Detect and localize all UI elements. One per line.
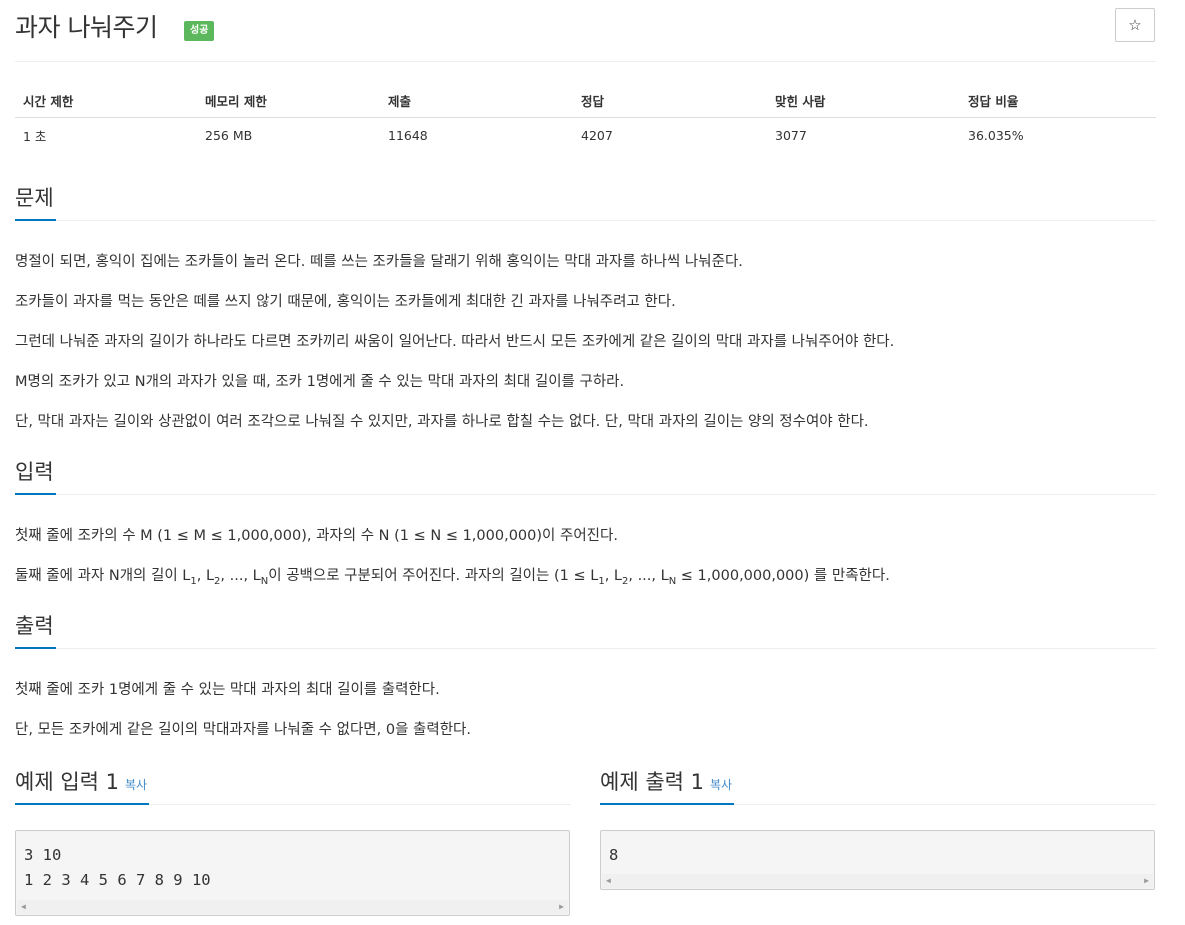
output-section: 출력 (15, 611, 1156, 649)
value-accepted: 4207 (581, 128, 613, 143)
header-time-limit: 시간 제한 (23, 93, 74, 109)
horizontal-scrollbar[interactable]: ◀ ▶ (17, 900, 568, 914)
section-heading: 예제 입력 1 복사 (15, 767, 571, 805)
table-row: 1 초 256 MB 11648 4207 3077 36.035% (15, 118, 1156, 153)
sample-input-box[interactable]: 3 10 1 2 3 4 5 6 7 8 9 10 ◀ ▶ (15, 830, 570, 916)
section-heading: 예제 출력 1 복사 (600, 767, 1156, 805)
header-ratio: 정답 비율 (968, 93, 1019, 109)
favorite-star-button[interactable]: ☆ (1115, 8, 1155, 42)
header-solvers: 맞힌 사람 (775, 93, 826, 109)
header-submissions: 제출 (388, 93, 412, 109)
input-section: 입력 (15, 457, 1156, 495)
sample-output-content: 8 (609, 846, 619, 864)
problem-title: 과자 나눠주기 (15, 13, 158, 42)
value-ratio: 36.035% (968, 128, 1024, 143)
header-memory-limit: 메모리 제한 (205, 93, 267, 109)
scroll-left-icon[interactable]: ◀ (21, 902, 26, 911)
value-memory-limit: 256 MB (205, 128, 253, 143)
value-time-limit: 1 초 (23, 129, 47, 144)
problem-page: 과자 나눠주기 성공 ☆ 시간 제한 메모리 제한 제출 정답 맞힌 사람 정답… (15, 0, 1156, 916)
star-icon: ☆ (1128, 16, 1142, 34)
description-paragraph: 명절이 되면, 홍익이 집에는 조카들이 놀러 온다. 떼를 쓰는 조카들을 달… (15, 254, 743, 270)
scroll-right-icon[interactable]: ▶ (559, 902, 564, 911)
section-heading: 출력 (15, 611, 1156, 649)
description-paragraph: 그런데 나눠준 과자의 길이가 하나라도 다르면 조카끼리 싸움이 일어난다. … (15, 334, 895, 350)
copy-sample-output-link[interactable]: 복사 (710, 778, 732, 792)
input-paragraph: 첫째 줄에 조카의 수 M (1 ≤ M ≤ 1,000,000), 과자의 수… (15, 528, 618, 544)
sample-input-content: 3 10 1 2 3 4 5 6 7 8 9 10 (24, 846, 211, 889)
input-paragraph: 둘째 줄에 과자 N개의 길이 L1, L2, ..., LN이 공백으로 구분… (15, 568, 890, 587)
section-heading: 문제 (15, 183, 1156, 221)
scroll-left-icon[interactable]: ◀ (606, 876, 611, 885)
value-solvers: 3077 (775, 128, 807, 143)
section-heading: 입력 (15, 457, 1156, 495)
description-section: 문제 (15, 183, 1156, 221)
sample-output-section: 예제 출력 1 복사 (600, 767, 1156, 805)
description-paragraph: M명의 조카가 있고 N개의 과자가 있을 때, 조카 1명에게 줄 수 있는 … (15, 374, 625, 390)
scroll-right-icon[interactable]: ▶ (1144, 876, 1149, 885)
description-paragraph: 조카들이 과자를 먹는 동안은 떼를 쓰지 않기 때문에, 홍익이는 조카들에게… (15, 294, 676, 310)
sample-output-box[interactable]: 8 ◀ ▶ (600, 830, 1155, 890)
description-paragraph: 단, 막대 과자는 길이와 상관없이 여러 조각으로 나눠질 수 있지만, 과자… (15, 414, 869, 430)
problem-info-table: 시간 제한 메모리 제한 제출 정답 맞힌 사람 정답 비율 1 초 256 M… (15, 83, 1156, 153)
output-paragraph: 첫째 줄에 조카 1명에게 줄 수 있는 막대 과자의 최대 길이를 출력한다. (15, 682, 440, 698)
copy-sample-input-link[interactable]: 복사 (125, 778, 147, 792)
status-badge: 성공 (184, 21, 215, 41)
problem-header: 과자 나눠주기 성공 ☆ (15, 0, 1156, 62)
sample-input-section: 예제 입력 1 복사 (15, 767, 571, 805)
output-paragraph: 단, 모든 조카에게 같은 길이의 막대과자를 나눠줄 수 없다면, 0을 출력… (15, 722, 472, 738)
header-accepted: 정답 (581, 93, 605, 109)
horizontal-scrollbar[interactable]: ◀ ▶ (602, 874, 1153, 888)
value-submissions: 11648 (388, 128, 428, 143)
table-header-row: 시간 제한 메모리 제한 제출 정답 맞힌 사람 정답 비율 (15, 83, 1156, 118)
